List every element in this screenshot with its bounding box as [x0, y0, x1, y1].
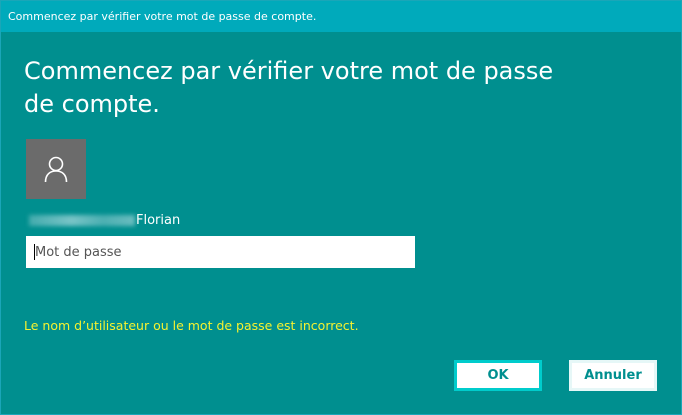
account-name: Florian [29, 212, 180, 230]
page-title: Commencez par vérifier votre mot de pass… [24, 57, 554, 118]
redacted-email [29, 215, 135, 226]
credential-dialog: Commencez par vérifier votre mot de pass… [0, 0, 682, 415]
password-input[interactable] [26, 236, 415, 268]
account-name-suffix: Florian [136, 213, 181, 228]
user-icon [44, 156, 68, 183]
window-title: Commencez par vérifier votre mot de pass… [1, 1, 681, 32]
error-message: Le nom d’utilisateur ou le mot de passe … [24, 318, 359, 333]
ok-button[interactable]: OK [454, 360, 542, 391]
cancel-button[interactable]: Annuler [569, 360, 657, 391]
avatar [26, 139, 86, 199]
text-caret [34, 244, 35, 260]
